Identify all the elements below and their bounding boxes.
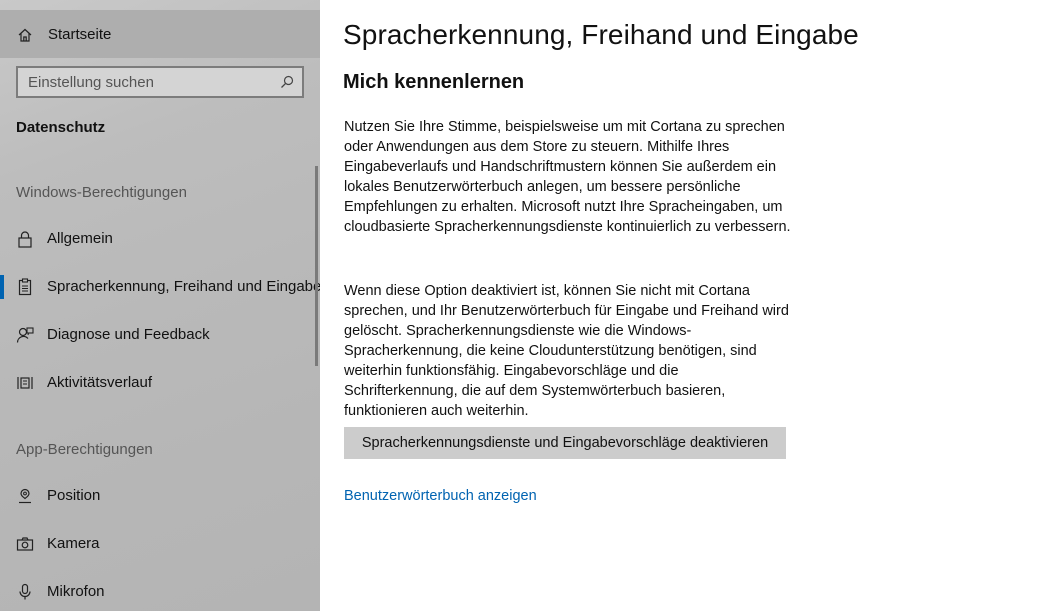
microphone-icon bbox=[19, 583, 31, 600]
sidebar: Startseite Datenschutz Windows-Berechtig… bbox=[0, 0, 322, 611]
location-icon bbox=[19, 488, 31, 504]
sidebar-item-location[interactable]: Position bbox=[0, 474, 320, 518]
view-user-dictionary-link[interactable]: Benutzerwörterbuch anzeigen bbox=[344, 488, 537, 504]
group-heading-apps: App-Berechtigungen bbox=[16, 441, 153, 458]
sidebar-item-label: Position bbox=[47, 487, 101, 504]
sidebar-item-label: Spracherkennung, Freihand und Eingabe bbox=[47, 278, 322, 295]
home-label: Startseite bbox=[48, 26, 112, 43]
section-title: Datenschutz bbox=[16, 119, 106, 136]
sidebar-item-microphone[interactable]: Mikrofon bbox=[0, 570, 320, 611]
clipboard-icon bbox=[18, 278, 32, 296]
home-icon bbox=[18, 28, 32, 42]
camera-icon bbox=[16, 537, 34, 551]
disable-speech-services-button[interactable]: Spracherkennungsdienste und Eingabevorsc… bbox=[344, 427, 786, 459]
sidebar-item-activity-history[interactable]: Aktivitätsverlauf bbox=[0, 361, 320, 405]
home-nav-item[interactable]: Startseite bbox=[0, 10, 320, 58]
settings-window: Startseite Datenschutz Windows-Berechtig… bbox=[0, 0, 1053, 611]
settings-search-box[interactable] bbox=[16, 66, 304, 98]
sidebar-item-label: Mikrofon bbox=[47, 583, 105, 600]
warning-paragraph: Wenn diese Option deaktiviert ist, könne… bbox=[344, 283, 789, 419]
sidebar-item-label: Aktivitätsverlauf bbox=[47, 374, 153, 391]
diagnostics-icon bbox=[16, 327, 34, 343]
activity-history-icon bbox=[17, 377, 33, 389]
sidebar-item-speech[interactable]: Spracherkennung, Freihand und Eingabe bbox=[0, 265, 322, 309]
page-title: Spracherkennung, Freihand und Eingabe bbox=[343, 19, 859, 50]
sidebar-item-label: Diagnose und Feedback bbox=[47, 326, 210, 343]
search-icon[interactable] bbox=[280, 75, 294, 89]
lock-icon bbox=[18, 231, 32, 248]
sidebar-item-label: Kamera bbox=[47, 535, 100, 552]
sidebar-item-general[interactable]: Allgemein bbox=[0, 217, 320, 261]
section-subtitle: Mich kennenlernen bbox=[343, 71, 525, 93]
search-input[interactable] bbox=[18, 68, 274, 96]
sidebar-item-camera[interactable]: Kamera bbox=[0, 522, 320, 566]
description-paragraph: Nutzen Sie Ihre Stimme, beispielsweise u… bbox=[344, 119, 791, 235]
main-content: Spracherkennung, Freihand und Eingabe Mi… bbox=[320, 0, 1053, 611]
sidebar-item-diagnostics[interactable]: Diagnose und Feedback bbox=[0, 313, 320, 357]
group-heading-windows: Windows-Berechtigungen bbox=[16, 184, 187, 201]
selection-indicator bbox=[0, 275, 4, 299]
sidebar-item-label: Allgemein bbox=[47, 230, 113, 247]
sidebar-scrollbar[interactable] bbox=[315, 166, 318, 366]
